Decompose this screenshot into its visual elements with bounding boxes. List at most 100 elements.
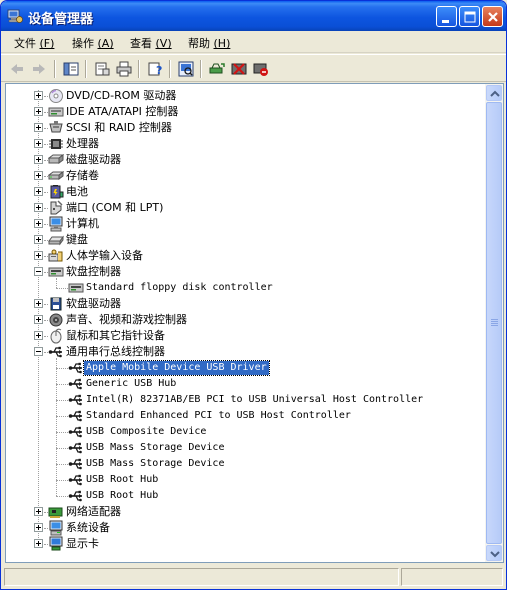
tree-category-1[interactable]: IDE ATA/ATAPI 控制器 <box>6 104 485 120</box>
tree-device-label[interactable]: Apple Mobile Device USB Driver <box>83 360 270 376</box>
tree-category-label[interactable]: 显示卡 <box>64 537 101 551</box>
tree-device-apple-mobile-device-usb-driver[interactable]: Apple Mobile Device USB Driver <box>6 360 485 376</box>
expand-toggle[interactable] <box>34 507 43 516</box>
tree-category-label[interactable]: 端口 (COM 和 LPT) <box>64 201 165 215</box>
tree-category-16[interactable]: 网络适配器 <box>6 504 485 520</box>
close-button[interactable] <box>482 6 503 27</box>
tree-device-label[interactable]: USB Mass Storage Device <box>84 457 226 471</box>
title-bar[interactable]: 设备管理器 <box>1 1 506 31</box>
menu-file[interactable]: 文件 (F) <box>14 35 54 51</box>
tree-device-usb-mass-storage-device[interactable]: USB Mass Storage Device <box>6 440 485 456</box>
scroll-down-button[interactable] <box>486 545 502 561</box>
tree-category-label[interactable]: 磁盘驱动器 <box>64 153 123 167</box>
expand-toggle[interactable] <box>34 123 43 132</box>
tree-device-intel-r-82371ab-eb-pci-to-usb-universal-host-controller[interactable]: Intel(R) 82371AB/EB PCI to USB Universal… <box>6 392 485 408</box>
tree-category-label[interactable]: 声音、视频和游戏控制器 <box>64 313 189 327</box>
expand-toggle[interactable] <box>34 251 43 260</box>
print-button[interactable] <box>114 59 134 79</box>
tree-device-usb-mass-storage-device[interactable]: USB Mass Storage Device <box>6 456 485 472</box>
collapse-toggle[interactable] <box>34 347 43 356</box>
tree-category-label[interactable]: 鼠标和其它指针设备 <box>64 329 167 343</box>
tree-device-usb-composite-device[interactable]: USB Composite Device <box>6 424 485 440</box>
menu-action[interactable]: 操作 (A) <box>72 35 114 51</box>
tree-device-label[interactable]: Intel(R) 82371AB/EB PCI to USB Universal… <box>84 393 425 407</box>
tree-device-label[interactable]: Standard Enhanced PCI to USB Host Contro… <box>84 409 353 423</box>
update-driver-button[interactable] <box>207 59 227 79</box>
properties-button[interactable] <box>92 59 112 79</box>
expand-toggle[interactable] <box>34 171 43 180</box>
tree-category-label[interactable]: 软盘控制器 <box>64 265 123 279</box>
scroll-up-button[interactable] <box>486 85 502 101</box>
tree-category-label[interactable]: IDE ATA/ATAPI 控制器 <box>64 105 180 119</box>
tree-category-11[interactable]: 软盘控制器 <box>6 264 485 280</box>
expand-toggle[interactable] <box>34 523 43 532</box>
menu-help[interactable]: 帮助 (H) <box>188 35 230 51</box>
tree-category-10[interactable]: 人体学输入设备 <box>6 248 485 264</box>
tree-device-label[interactable]: Standard floppy disk controller <box>84 281 275 295</box>
tree-category-label[interactable]: 电池 <box>64 185 90 199</box>
tree-category-label[interactable]: 系统设备 <box>64 521 112 535</box>
tree-device-standard-enhanced-pci-to-usb-host-controller[interactable]: Standard Enhanced PCI to USB Host Contro… <box>6 408 485 424</box>
device-tree-panel[interactable]: DVD/CD-ROM 驱动器 IDE ATA/ATAPI 控制器 SCSI 和 RA… <box>5 83 504 563</box>
disable-button[interactable] <box>251 59 271 79</box>
tree-device-label[interactable]: USB Mass Storage Device <box>84 441 226 455</box>
menu-view[interactable]: 查看 (V) <box>130 35 172 51</box>
expand-toggle[interactable] <box>34 107 43 116</box>
tree-category-12[interactable]: 软盘驱动器 <box>6 296 485 312</box>
tree-category-label[interactable]: 软盘驱动器 <box>64 297 123 311</box>
collapse-toggle[interactable] <box>34 267 43 276</box>
scan-hardware-button[interactable] <box>176 59 196 79</box>
tree-category-2[interactable]: SCSI 和 RAID 控制器 <box>6 120 485 136</box>
tree-category-14[interactable]: 鼠标和其它指针设备 <box>6 328 485 344</box>
tree-category-label[interactable]: 人体学输入设备 <box>64 249 145 263</box>
tree-device-label[interactable]: USB Root Hub <box>84 473 160 487</box>
expand-toggle[interactable] <box>34 139 43 148</box>
tree-category-13[interactable]: 声音、视频和游戏控制器 <box>6 312 485 328</box>
expand-toggle[interactable] <box>34 91 43 100</box>
tree-category-17[interactable]: 系统设备 <box>6 520 485 536</box>
tree-category-15[interactable]: 通用串行总线控制器 <box>6 344 485 360</box>
forward-button[interactable] <box>29 59 49 79</box>
tree-category-7[interactable]: 端口 (COM 和 LPT) <box>6 200 485 216</box>
tree-device-standard-floppy-disk-controller[interactable]: Standard floppy disk controller <box>6 280 485 296</box>
uninstall-button[interactable] <box>229 59 249 79</box>
tree-category-label[interactable]: 处理器 <box>64 137 101 151</box>
tree-category-18[interactable]: 显示卡 <box>6 536 485 552</box>
tree-category-label[interactable]: 网络适配器 <box>64 505 123 519</box>
help-button[interactable]: ? <box>145 59 165 79</box>
tree-category-label[interactable]: 存储卷 <box>64 169 101 183</box>
expand-toggle[interactable] <box>34 187 43 196</box>
tree-device-usb-root-hub[interactable]: USB Root Hub <box>6 488 485 504</box>
vertical-scrollbar[interactable] <box>485 84 503 562</box>
tree-category-6[interactable]: 电池 <box>6 184 485 200</box>
tree-category-label[interactable]: 键盘 <box>64 233 90 247</box>
maximize-button[interactable] <box>459 6 480 27</box>
tree-category-label[interactable]: SCSI 和 RAID 控制器 <box>64 121 174 135</box>
tree-category-9[interactable]: 键盘 <box>6 232 485 248</box>
tree-category-5[interactable]: 存储卷 <box>6 168 485 184</box>
scroll-thumb[interactable] <box>486 102 502 544</box>
tree-category-8[interactable]: 计算机 <box>6 216 485 232</box>
back-button[interactable] <box>7 59 27 79</box>
tree-device-label[interactable]: USB Composite Device <box>84 425 208 439</box>
expand-toggle[interactable] <box>34 235 43 244</box>
expand-toggle[interactable] <box>34 331 43 340</box>
tree-category-label[interactable]: DVD/CD-ROM 驱动器 <box>64 89 178 103</box>
tree-category-label[interactable]: 通用串行总线控制器 <box>64 345 167 359</box>
tree-category-0[interactable]: DVD/CD-ROM 驱动器 <box>6 88 485 104</box>
expand-toggle[interactable] <box>34 539 43 548</box>
expand-toggle[interactable] <box>34 203 43 212</box>
tree-category-3[interactable]: 处理器 <box>6 136 485 152</box>
tree-device-usb-root-hub[interactable]: USB Root Hub <box>6 472 485 488</box>
expand-toggle[interactable] <box>34 299 43 308</box>
tree-category-label[interactable]: 计算机 <box>64 217 101 231</box>
expand-toggle[interactable] <box>34 315 43 324</box>
show-hide-tree-button[interactable] <box>61 59 81 79</box>
tree-category-4[interactable]: 磁盘驱动器 <box>6 152 485 168</box>
expand-toggle[interactable] <box>34 155 43 164</box>
expand-toggle[interactable] <box>34 219 43 228</box>
tree-device-label[interactable]: Generic USB Hub <box>84 377 178 391</box>
tree-device-label[interactable]: USB Root Hub <box>84 489 160 503</box>
minimize-button[interactable] <box>436 6 457 27</box>
tree-device-generic-usb-hub[interactable]: Generic USB Hub <box>6 376 485 392</box>
